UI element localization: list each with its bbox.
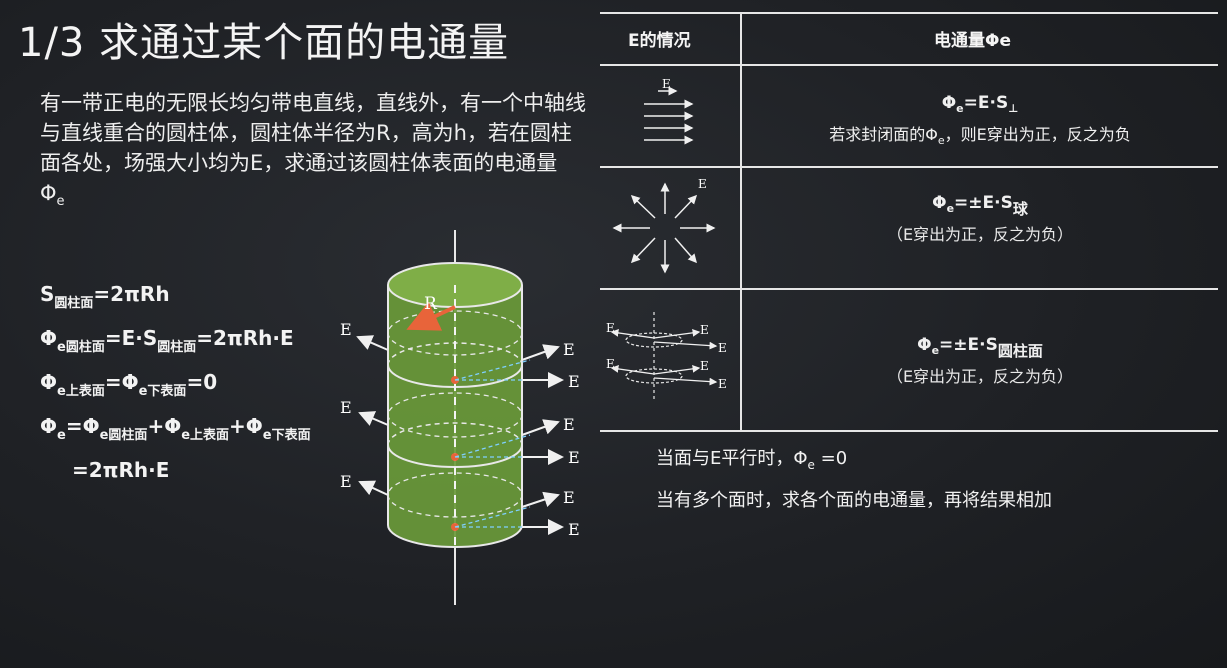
formula-total-flux: Φe=Φe圆柱面+Φe上表面+Φe下表面 [40,414,311,443]
svg-text:E: E [662,77,671,91]
svg-text:E: E [606,357,615,371]
table-column-divider [740,12,742,432]
formula-surface-area: S圆柱面=2πRh [40,282,170,311]
formula-result: =2πRh·E [72,458,170,482]
radius-label: R [424,294,438,314]
svg-text:E: E [700,359,709,373]
problem-text: 有一带正电的无限长均匀带电直线，直线外，有一个中轴线与直线重合的圆柱体，圆柱体半… [40,91,586,205]
svg-text:E: E [718,377,727,391]
svg-text:E: E [568,448,580,467]
cylindrical-field-icon: E E E E E E [606,312,727,400]
radial-field-icon: E [612,177,716,274]
svg-text:E: E [568,520,580,539]
header-flux: 电通量Φe [934,31,1011,51]
formula-list: S圆柱面=2πRh Φe圆柱面=E·S圆柱面=2πRh·E Φe上表面=Φe下表… [40,282,311,502]
svg-text:E: E [563,415,575,434]
table-top-border [600,12,1218,14]
problem-statement: 有一带正电的无限长均匀带电直线，直线外，有一个中轴线与直线重合的圆柱体，圆柱体半… [40,88,588,217]
formula-side-flux: Φe圆柱面=E·S圆柱面=2πRh·E [40,326,294,355]
svg-text:E: E [698,177,707,191]
svg-text:E: E [718,341,727,355]
svg-text:E: E [568,372,580,391]
table-row-divider [600,288,1218,290]
cylinder-diagram: R E E E E E E E E E [340,230,580,605]
svg-text:E: E [700,323,709,337]
row3-flux: Φe=±E·S圆柱面 （E穿出为正，反之为负） [886,335,1074,386]
table-row-divider [600,166,1218,168]
row2-flux: Φe=±E·S球 （E穿出为正，反之为负） [886,193,1074,244]
svg-text:E: E [340,398,352,417]
svg-text:E: E [563,340,575,359]
table-header-border [600,64,1218,66]
blackboard: 1/3 求通过某个面的电通量 有一带正电的无限长均匀带电直线，直线外，有一个中轴… [0,0,1227,668]
row1-flux: Φe=E·S⊥ 若求封闭面的Φe，则E穿出为正，反之为负 [829,93,1131,147]
table-bottom-border [600,430,1218,432]
header-field-case: E的情况 [628,31,691,51]
parallel-field-icon: E [644,77,694,145]
svg-text:E: E [563,488,575,507]
note-multiple-surfaces: 当有多个面时，求各个面的电通量，再将结果相加 [656,490,1052,511]
svg-text:E: E [606,321,615,335]
svg-text:E: E [340,472,352,491]
svg-text:E: E [340,320,352,339]
formula-caps-flux: Φe上表面=Φe下表面=0 [40,370,218,399]
problem-subscript: e [56,194,65,209]
slide-title: 1/3 求通过某个面的电通量 [18,20,510,66]
note-parallel: 当面与E平行时，Φe =0 [656,448,848,472]
